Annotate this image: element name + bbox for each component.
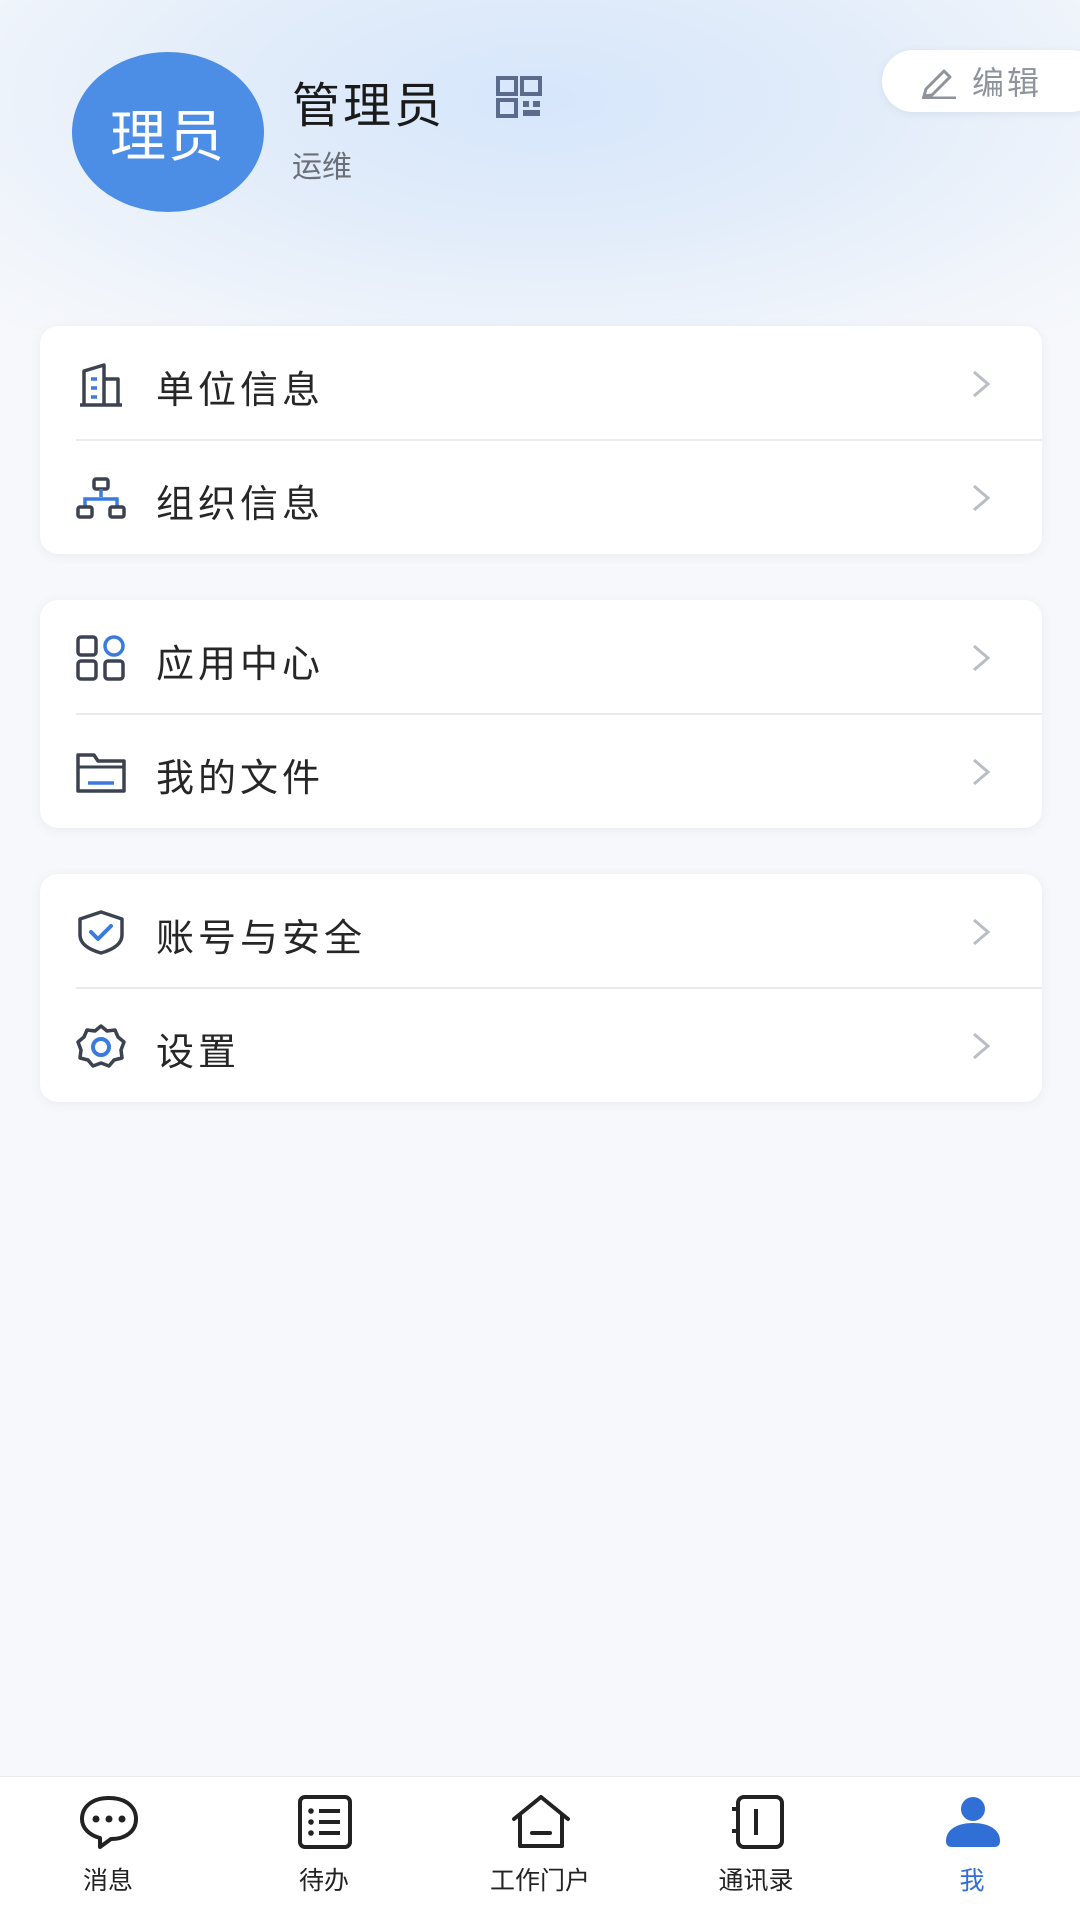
menu-item-label: 我的文件: [156, 756, 325, 800]
menu-card-org: 单位信息 组织信息: [40, 326, 1042, 554]
contacts-book-icon: [732, 1795, 784, 1849]
menu-item-account-security[interactable]: 账号与安全: [40, 874, 1042, 988]
tab-label: 通讯录: [718, 1866, 794, 1895]
chevron-right-icon: [973, 644, 991, 672]
menu-item-label: 账号与安全: [156, 916, 367, 960]
tab-contacts[interactable]: 通讯录: [648, 1777, 864, 1920]
tab-portal[interactable]: 工作门户: [432, 1777, 648, 1920]
user-role: 运维: [292, 150, 352, 185]
folder-icon: [76, 753, 126, 793]
list-icon: [298, 1795, 352, 1849]
tab-todo[interactable]: 待办: [216, 1777, 432, 1920]
user-icon: [946, 1797, 1000, 1847]
pencil-icon: [922, 69, 956, 99]
menu-card-account: 账号与安全 设置: [40, 874, 1042, 1102]
menu-item-label: 单位信息: [156, 368, 325, 412]
chevron-right-icon: [973, 484, 991, 512]
chevron-right-icon: [973, 1032, 991, 1060]
tab-label: 工作门户: [489, 1866, 590, 1895]
menu-item-label: 应用中心: [156, 642, 325, 686]
org-chart-icon: [76, 477, 126, 519]
tab-me[interactable]: 我: [864, 1777, 1080, 1920]
gear-icon: [76, 1024, 126, 1068]
shield-check-icon: [78, 910, 124, 955]
tab-label: 待办: [298, 1866, 349, 1895]
tab-label: 消息: [82, 1866, 133, 1895]
user-name: 管理员: [292, 78, 446, 134]
tab-messages[interactable]: 消息: [0, 1777, 216, 1920]
tab-label: 我: [959, 1866, 985, 1895]
chevron-right-icon: [973, 370, 991, 398]
menu-item-app-center[interactable]: 应用中心: [40, 600, 1042, 714]
profile-header: 理员 管理员 运维 编辑: [0, 0, 1080, 300]
menu-item-label: 设置: [156, 1030, 241, 1074]
qr-code-icon[interactable]: [496, 76, 544, 118]
apps-grid-icon: [76, 635, 125, 681]
building-icon: [80, 363, 122, 407]
chevron-right-icon: [973, 758, 991, 786]
menu-item-my-files[interactable]: 我的文件: [40, 714, 1042, 828]
edit-label: 编辑: [972, 64, 1043, 102]
menu-card-apps: 应用中心 我的文件: [40, 600, 1042, 828]
menu-item-unit-info[interactable]: 单位信息: [40, 326, 1042, 440]
avatar[interactable]: 理员: [72, 52, 264, 212]
edit-profile-button[interactable]: 编辑: [882, 50, 1080, 112]
home-icon: [512, 1795, 570, 1848]
menu-item-org-info[interactable]: 组织信息: [40, 440, 1042, 554]
menu-item-settings[interactable]: 设置: [40, 988, 1042, 1102]
menu-item-label: 组织信息: [156, 482, 325, 526]
chevron-right-icon: [973, 918, 991, 946]
bottom-tab-bar: 消息 待办 工作门户 通讯录 我: [0, 1776, 1080, 1920]
chat-bubble-icon: [80, 1796, 138, 1849]
